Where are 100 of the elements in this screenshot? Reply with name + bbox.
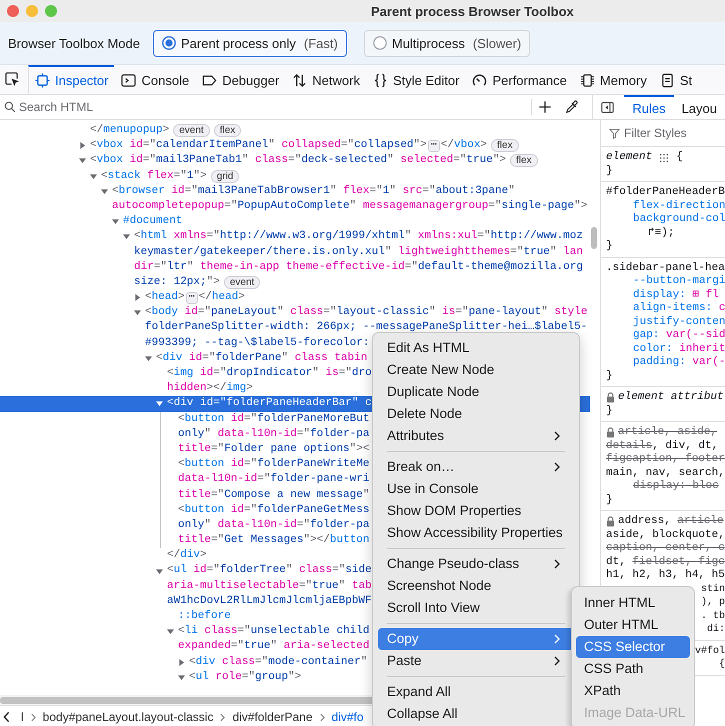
declaration[interactable]: display: bloc <box>633 480 719 494</box>
brace: } <box>606 404 613 418</box>
menu-item[interactable]: CSS Path <box>576 658 690 680</box>
declaration-value: ↱≡); <box>648 226 674 240</box>
declaration[interactable]: align-items: c <box>633 302 725 316</box>
tab[interactable]: Debugger <box>195 65 286 94</box>
menu-item[interactable]: Edit As HTML <box>378 337 574 359</box>
tree-row[interactable]: <button id="folderPaneGetMess <box>0 502 370 518</box>
tree-row[interactable]: </menupopup> event flex <box>0 123 242 138</box>
tab[interactable]: Rules <box>624 95 674 119</box>
ellipsis-button[interactable]: ⋯ <box>428 140 440 152</box>
menu-item[interactable]: Screenshot Node <box>378 575 574 597</box>
ellipsis-button[interactable]: ⋯ <box>186 292 198 304</box>
declaration[interactable]: background-col <box>633 213 725 226</box>
markup-line: </head> <box>198 290 245 306</box>
tree-row[interactable]: <img id="dropIndicator" is="dro <box>0 366 372 382</box>
tree-row[interactable]: <div id="folderPane" class tabin <box>0 350 368 366</box>
markup-line: only" data-l10n-id="folder-pa <box>178 426 370 442</box>
tree-row[interactable]: <div class="mode-container" <box>0 654 368 670</box>
menu-item[interactable]: Inner HTML <box>576 592 690 614</box>
markup-line: #document <box>123 214 182 230</box>
node-badge[interactable]: event <box>224 276 260 289</box>
markup-line: folderPaneSplitter-width: 266px; --messagePaneSplitter-hei…$label5- <box>145 320 588 336</box>
radio-option[interactable]: Parent process only (Fast) <box>153 30 347 56</box>
declaration[interactable]: gap: var(--sid <box>633 329 725 342</box>
tab[interactable]: Network <box>285 65 366 94</box>
markup-line: <ul id="folderTree" class="side <box>167 563 372 578</box>
tree-row[interactable]: <li class="unselectable child <box>0 624 370 640</box>
node-badge[interactable]: flex <box>510 154 538 168</box>
rule-selector: main, nav, search, <box>606 466 725 480</box>
markup-line: <button id="folderPaneMoreBut <box>178 412 370 427</box>
declaration[interactable]: justify-conten <box>633 316 725 329</box>
declaration[interactable]: padding: var(- <box>633 356 725 370</box>
markup-line: size: 12px;"> <box>134 274 220 290</box>
menu-item[interactable]: Collapse All <box>378 703 574 725</box>
node-badge[interactable]: grid <box>210 170 240 183</box>
tree-row[interactable]: <vbox id="mail3PaneTab1" class="deck-selected" selected="true"> flex <box>0 153 538 169</box>
menu-item[interactable]: Use in Console <box>378 478 574 500</box>
menu-item[interactable]: Show Accessibility Properties <box>378 522 574 544</box>
brace: } <box>606 494 613 507</box>
rule-selector: element attribut <box>618 391 724 404</box>
markup-line: dir="ltr" theme-in-app theme-effective-id="default-theme@mozilla.org <box>134 260 583 275</box>
tab[interactable]: St <box>652 65 698 94</box>
breadcrumb[interactable]: div#folderPane <box>232 710 313 724</box>
markup-line: <div id="folderPaneHeaderBar" c <box>167 396 372 412</box>
tree-row[interactable]: <ul id="folderTree" class="side <box>0 563 372 579</box>
breadcrumb[interactable]: l <box>21 710 24 724</box>
tree-row[interactable]: <head> ⋯ </head> <box>0 290 245 306</box>
tab[interactable]: Layou <box>674 95 725 119</box>
tree-row[interactable]: <button id="folderPaneWriteMe <box>0 457 370 472</box>
markup-line: <body id="paneLayout" class="layout-classic" is="pane-layout" style <box>145 305 588 320</box>
declaration[interactable]: flex-direction <box>633 200 725 213</box>
tree-row[interactable]: #document <box>0 214 182 230</box>
declaration[interactable]: --button-margi <box>633 275 725 288</box>
markup-line: title="Compose a new message" <box>178 488 370 502</box>
menu-item[interactable]: Expand All <box>378 681 574 703</box>
filter-field[interactable]: Filter Styles <box>620 126 725 140</box>
markup-line: <stack flex="1"> <box>101 168 207 184</box>
tree-row[interactable]: ::before <box>0 609 231 624</box>
declaration[interactable]: display: ⊞ fl <box>633 288 719 302</box>
rule-selector: element <box>606 151 652 164</box>
breadcrumb[interactable]: div#fo <box>332 710 364 724</box>
tab[interactable]: Performance <box>465 65 573 94</box>
menu-item[interactable]: Scroll Into View <box>378 597 574 619</box>
menu-item[interactable]: Copy <box>378 628 574 650</box>
menu-item[interactable]: Create New Node <box>378 359 574 381</box>
tree-row[interactable]: <browser id="mail3PaneTabBrowser1" flex="1" src="about:3pane" <box>0 184 515 199</box>
markup-line: <html xmlns="http://www.w3.org/1999/xhtml" xmlns:xul="http://www.moz <box>134 229 583 244</box>
tab[interactable]: Console <box>114 65 196 94</box>
node-badge[interactable]: flex <box>214 124 242 138</box>
menu-item[interactable]: Show DOM Properties <box>378 500 574 522</box>
markup-line: </vbox> <box>440 138 488 154</box>
menu-item[interactable]: CSS Selector <box>576 636 690 658</box>
rule-selector: dt, fieldset, figc <box>606 556 725 569</box>
node-badge[interactable]: event <box>173 124 210 138</box>
markup-line: keymaster/gatekeeper/there.is.only.xul" lightweightthemes="true" lan <box>134 244 583 260</box>
breadcrumb[interactable]: body#paneLayout.layout-classic <box>42 710 214 724</box>
tree-row[interactable]: <body id="paneLayout" class="layout-classic" is="pane-layout" style <box>0 305 588 320</box>
menu-item[interactable]: Change Pseudo-class <box>378 553 574 575</box>
markup-line: <div id="folderPane" class tabin <box>156 350 368 366</box>
tab[interactable]: Memory <box>572 65 653 94</box>
radio-option[interactable]: Multiprocess (Slower) <box>364 30 530 56</box>
rule-selector: aside, blockquote, <box>606 528 725 542</box>
menu-item[interactable]: Outer HTML <box>576 614 690 636</box>
declaration[interactable]: color: inherit <box>633 342 725 356</box>
tree-row[interactable]: <html xmlns="http://www.w3.org/1999/xhtml" xmlns:xul="http://www.moz <box>0 229 583 244</box>
tree-row[interactable]: <stack flex="1"> grid <box>0 168 240 184</box>
tree-row[interactable]: <ul role="group"> <box>0 670 302 685</box>
menu-item[interactable]: Break on… <box>378 456 574 478</box>
menu-item[interactable]: Attributes <box>378 425 574 447</box>
markup-line: ::before <box>178 609 231 624</box>
menu-item[interactable]: Paste <box>378 650 574 672</box>
search-field[interactable]: Search HTML <box>16 100 532 114</box>
tree-row[interactable]: <vbox id="calendarItemPanel" collapsed="collapsed"> ⋯ </vbox> flex <box>0 138 519 154</box>
tab[interactable]: Inspector <box>28 65 114 94</box>
node-badge[interactable]: flex <box>491 139 519 152</box>
tab[interactable]: Style Editor <box>366 65 466 94</box>
tree-row[interactable]: <button id="folderPaneMoreBut <box>0 412 370 427</box>
menu-item[interactable]: XPath <box>576 680 690 702</box>
markup-line: #993399; --tag-\$label5-forecolor: <box>145 336 370 351</box>
